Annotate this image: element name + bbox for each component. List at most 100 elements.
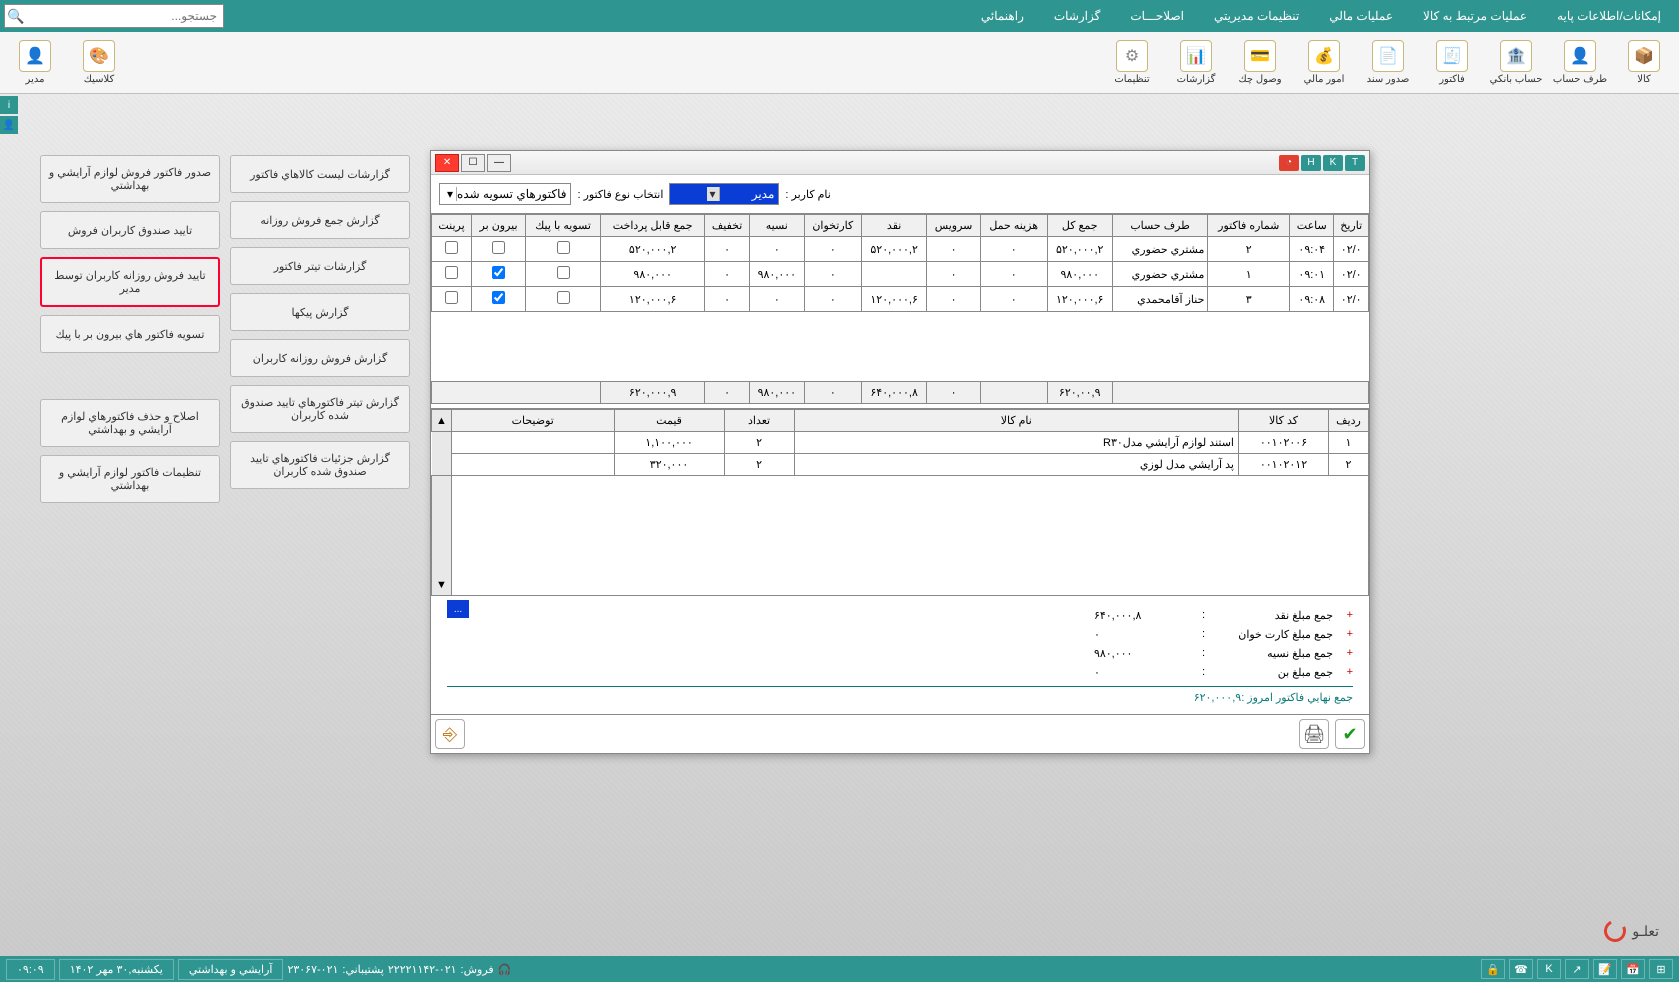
invoices-grid: تاريخ ساعت شماره فاكتور طرف حساب جمع كل … — [431, 213, 1369, 404]
print-checkbox[interactable] — [445, 266, 458, 279]
toolbar-left-group: 🎨كلاسيك 👤مدير — [6, 36, 128, 89]
out-checkbox[interactable] — [492, 241, 505, 254]
badge-h: H — [1301, 155, 1321, 171]
status-date: يكشنبه,٣٠ مهر ١۴٠٢ — [59, 959, 174, 980]
status-lock-icon[interactable]: 🔒 — [1481, 959, 1505, 979]
exit-button[interactable]: ⎆ — [435, 719, 465, 749]
tool-cheque[interactable]: 💳وصول چك — [1231, 36, 1289, 89]
bank-icon: 🏦 — [1500, 40, 1532, 72]
close-button[interactable]: ✕ — [435, 154, 459, 172]
brand-logo: تعلـو — [1604, 920, 1659, 942]
side-btn-daily-sales-sum[interactable]: گزارش جمع فروش روزانه — [230, 201, 410, 239]
toolbar: 📦كالا 👤طرف حساب 🏦حساب بانكي 🧾فاكتور 📄صدو… — [0, 32, 1679, 94]
table-row[interactable]: ٠٢/٠٠٩:٠۴٢مشتري حضوري٢,۵٢٠,٠٠٠٠٠٢,۵٢٠,٠٠… — [432, 237, 1369, 262]
peyk-checkbox[interactable] — [557, 266, 570, 279]
window-titlebar: T K H ◔ — ☐ ✕ — [431, 151, 1369, 175]
side-btn-cosmetic-invoice-settings[interactable]: تنظيمات فاكتور لوازم آرايشي و بهداشتي — [40, 455, 220, 503]
edge-user-icon[interactable]: 👤 — [0, 116, 18, 134]
user-select[interactable]: مدير ▾ — [669, 183, 779, 205]
side-btn-user-daily-sales-report[interactable]: گزارش فروش روزانه كاربران — [230, 339, 410, 377]
side-col-right: صدور فاكتور فروش لوازم آرايشي و بهداشتي … — [40, 155, 220, 503]
summary-row: +جمع مبلغ بن:٠ — [447, 663, 1353, 682]
side-btn-confirm-user-cashbox[interactable]: تاييد صندوق كاربران فروش — [40, 211, 220, 249]
gear-icon: ⚙ — [1116, 40, 1148, 72]
table-row[interactable]: ٢٠٠١٠٢٠١٢پد آرايشي مدل لوزي٢٣٢٠,٠٠٠ — [432, 454, 1369, 476]
peyk-checkbox[interactable] — [557, 241, 570, 254]
summary-row: +جمع مبلغ نقد:٨,۶۴٠,٠٠٠ — [447, 606, 1353, 625]
more-button[interactable]: ... — [447, 600, 469, 618]
print-checkbox[interactable] — [445, 241, 458, 254]
peyk-checkbox[interactable] — [557, 291, 570, 304]
side-btn-edit-delete-cosmetic-invoice[interactable]: اصلاح و حذف فاكتورهاي لوازم آرايشي و بهد… — [40, 399, 220, 447]
status-shop-name: آرايشي و بهداشتي — [178, 959, 284, 980]
scroll-down-icon[interactable]: ▼ — [432, 476, 452, 596]
tool-account-party[interactable]: 👤طرف حساب — [1551, 36, 1609, 89]
status-calendar-icon[interactable]: 📅 — [1621, 959, 1645, 979]
tool-invoice[interactable]: 🧾فاكتور — [1423, 36, 1481, 89]
tool-finance[interactable]: 💰امور مالي — [1295, 36, 1353, 89]
status-key-icon[interactable]: K — [1537, 959, 1561, 979]
tool-goods[interactable]: 📦كالا — [1615, 36, 1673, 89]
out-checkbox[interactable] — [492, 266, 505, 279]
menu-base[interactable]: إمكانات/اطلاعات پايه — [1543, 3, 1675, 29]
invoice-type-select[interactable]: فاكتورهاي تسويه شده ▾ — [439, 183, 571, 205]
dialog-window: T K H ◔ — ☐ ✕ نام كاربر : مدير ▾ انتخاب … — [430, 150, 1370, 754]
grid2-header-row: رديف كد كالا نام كالا تعداد قيمت توضيحات… — [432, 410, 1369, 432]
edge-info-icon[interactable]: i — [0, 96, 18, 114]
invoice-type-label: انتخاب نوع فاكتور : — [577, 188, 663, 201]
menu-corrections[interactable]: اصلاحـــات — [1116, 3, 1198, 29]
maximize-button[interactable]: ☐ — [461, 154, 485, 172]
status-note-icon[interactable]: 📝 — [1593, 959, 1617, 979]
search-box: 🔍 — [4, 4, 224, 28]
menu-reports[interactable]: گزارشات — [1040, 3, 1114, 29]
table-row[interactable]: ٠٢/٠٠٩:٠٨٣حناز آقامحمدي۶,١٢٠,٠٠٠٠٠۶,١٢٠,… — [432, 287, 1369, 312]
menu-help[interactable]: راهنمائي — [967, 3, 1038, 29]
print-checkbox[interactable] — [445, 291, 458, 304]
summary-row: +جمع مبلغ كارت خوان:٠ — [447, 625, 1353, 644]
badge-logo-icon: ◔ — [1279, 155, 1299, 171]
confirm-button[interactable]: ✔ — [1335, 719, 1365, 749]
side-btn-confirmed-header-report[interactable]: گزارش تيتر فاكتورهاي تاييد صندوق شده كار… — [230, 385, 410, 433]
side-btn-invoice-header-report[interactable]: گزارشات تيتر فاكتور — [230, 247, 410, 285]
headset-icon: 🎧 — [498, 963, 512, 976]
status-grid-icon[interactable]: ⊞ — [1649, 959, 1673, 979]
search-icon[interactable]: 🔍 — [5, 8, 27, 25]
scroll-up-icon[interactable]: ▲ — [432, 410, 452, 432]
side-btn-confirm-daily-sales-by-admin[interactable]: تاييد فروش روزانه كاربران توسط مدير — [40, 257, 220, 307]
status-phone-icon[interactable]: ☎ — [1509, 959, 1533, 979]
search-input[interactable] — [27, 9, 223, 23]
menu-goods-ops[interactable]: عمليات مرتبط به كالا — [1409, 3, 1541, 29]
tool-bank[interactable]: 🏦حساب بانكي — [1487, 36, 1545, 89]
badge-k: K — [1323, 155, 1343, 171]
tool-settings[interactable]: ⚙تنظيمات — [1103, 36, 1161, 89]
money-icon: 💰 — [1308, 40, 1340, 72]
menu-finance-ops[interactable]: عمليات مالي — [1315, 3, 1407, 29]
side-btn-settle-delivery-invoices[interactable]: تسويه فاكتور هاي بيرون بر با پيك — [40, 315, 220, 353]
window-controls: — ☐ ✕ — [435, 154, 511, 172]
status-time: ٠٩:٠٩ — [6, 959, 55, 980]
status-share-icon[interactable]: ↗ — [1565, 959, 1589, 979]
tool-voucher[interactable]: 📄صدور سند — [1359, 36, 1417, 89]
print-button[interactable]: 🖨 — [1299, 719, 1329, 749]
table-row[interactable]: ٠٢/٠٠٩:٠١١مشتري حضوري٩٨٠,٠٠٠٠٠٠٩٨٠,٠٠٠٠٩… — [432, 262, 1369, 287]
admin-icon: 👤 — [19, 40, 51, 72]
table-row[interactable]: ١٠٠١٠٢٠٠۶استند لوازم آرايشي مدلR٣٠٢١,١٠٠… — [432, 432, 1369, 454]
report-icon: 📊 — [1180, 40, 1212, 72]
minimize-button[interactable]: — — [487, 154, 511, 172]
out-checkbox[interactable] — [492, 291, 505, 304]
chevron-down-icon: ▾ — [444, 187, 457, 201]
window-title-badges: T K H ◔ — [1279, 155, 1365, 171]
tool-classic[interactable]: 🎨كلاسيك — [70, 36, 128, 89]
tool-reports[interactable]: 📊گزارشات — [1167, 36, 1225, 89]
side-btn-confirmed-detail-report[interactable]: گزارش جزئيات فاكتورهاي تاييد صندوق شده ك… — [230, 441, 410, 489]
items-grid: رديف كد كالا نام كالا تعداد قيمت توضيحات… — [431, 408, 1369, 596]
side-btn-issue-cosmetic-invoice[interactable]: صدور فاكتور فروش لوازم آرايشي و بهداشتي — [40, 155, 220, 203]
menu-mgmt-settings[interactable]: تنظيمات مديريتي — [1200, 3, 1313, 29]
summary-panel: ... +جمع مبلغ نقد:٨,۶۴٠,٠٠٠+جمع مبلغ كار… — [431, 596, 1369, 714]
goods-icon: 📦 — [1628, 40, 1660, 72]
menu-items: إمكانات/اطلاعات پايه عمليات مرتبط به كال… — [967, 3, 1675, 29]
side-btn-invoice-items-report[interactable]: گزارشات ليست كالاهاي فاكتور — [230, 155, 410, 193]
holoo-logo-icon — [1601, 917, 1629, 945]
side-btn-couriers-report[interactable]: گزارش پيكها — [230, 293, 410, 331]
tool-admin[interactable]: 👤مدير — [6, 36, 64, 89]
